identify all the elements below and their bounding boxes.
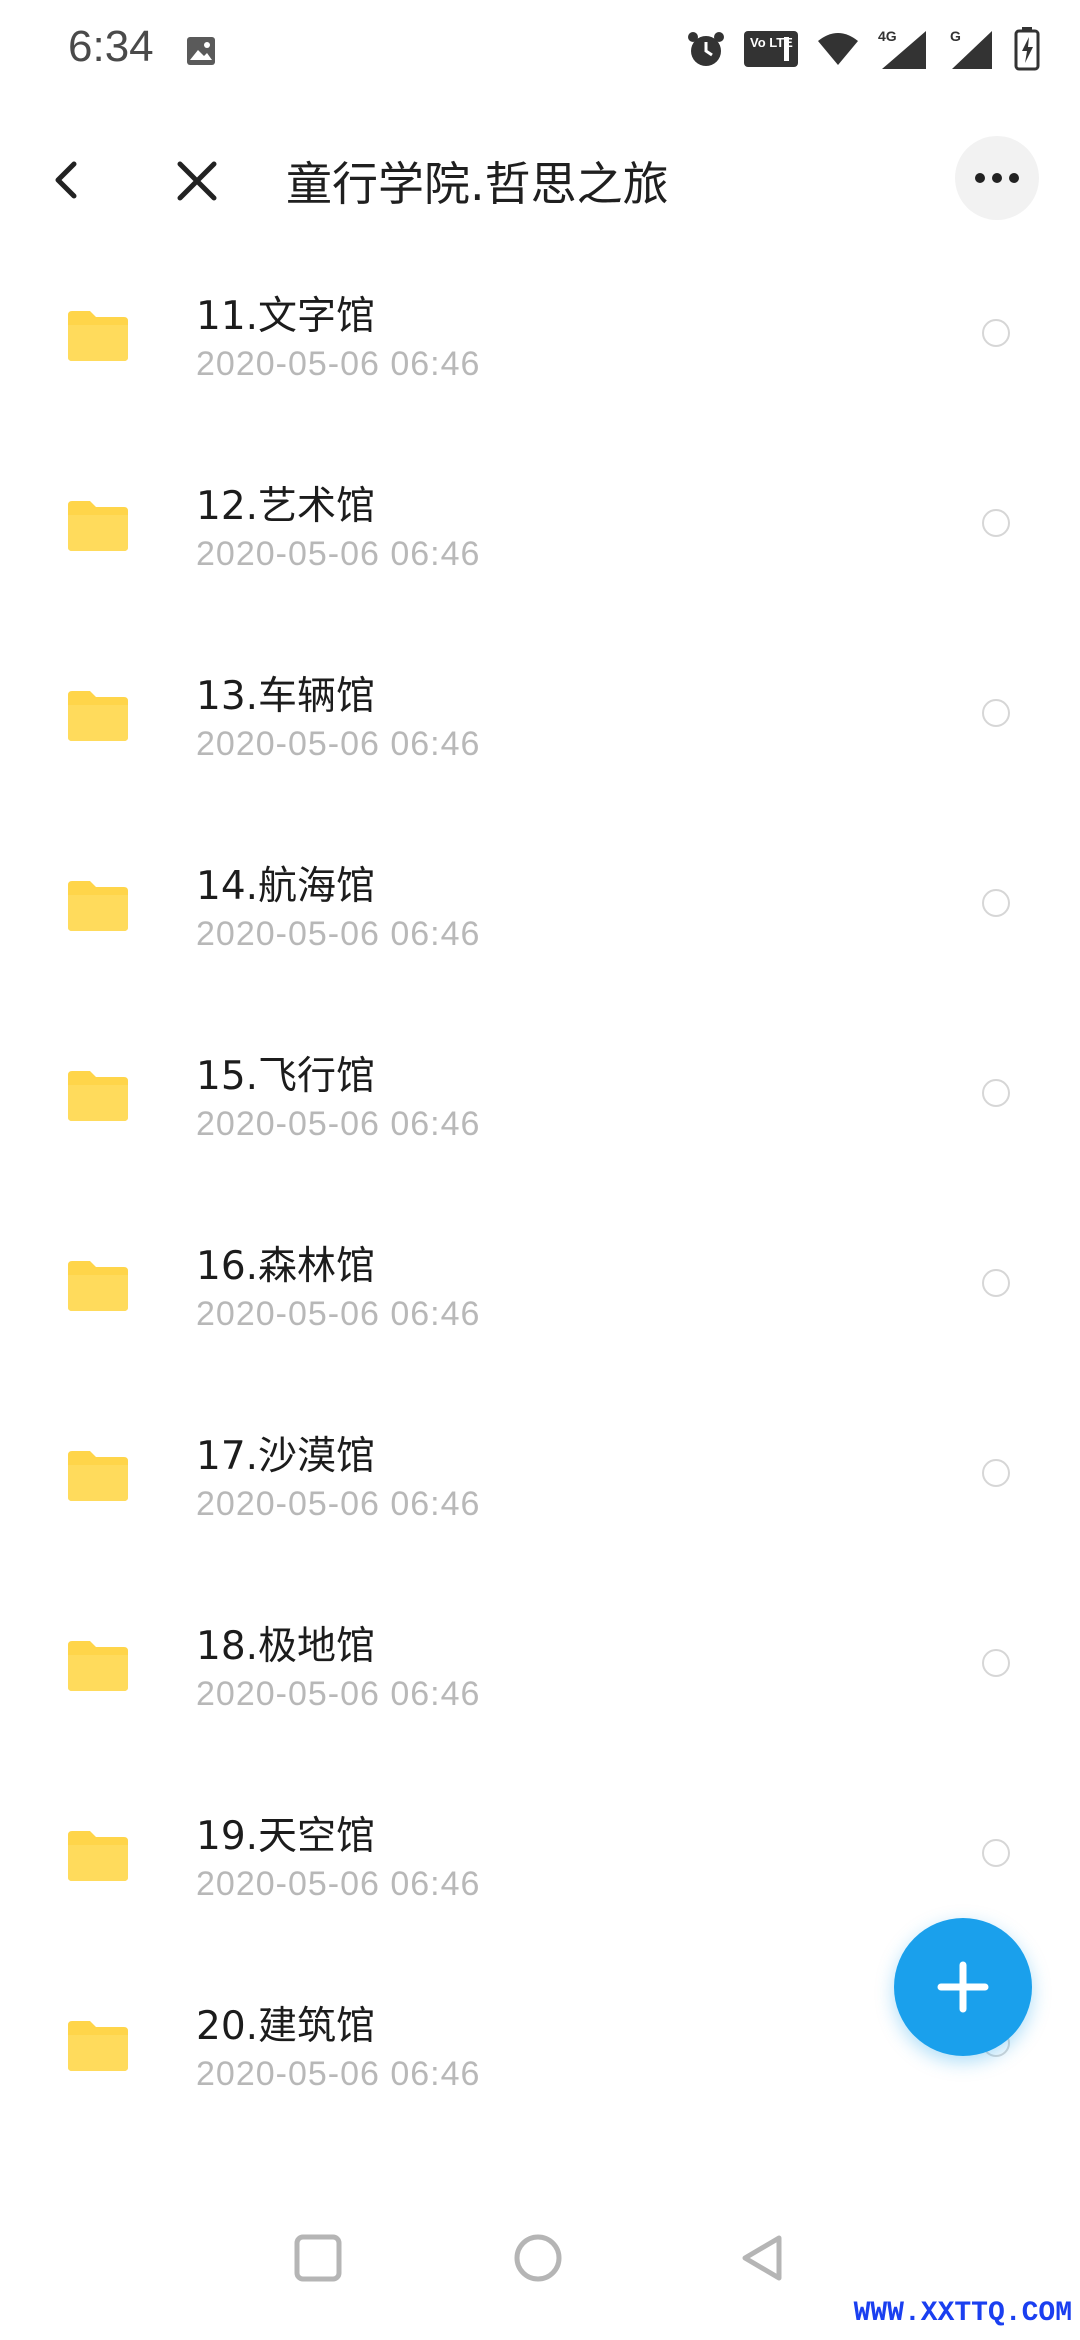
select-radio[interactable] (982, 509, 1010, 537)
folder-icon (66, 687, 130, 743)
watermark-text: WWW.XXTTQ.COM (853, 2298, 1072, 2329)
folder-icon (66, 1827, 130, 1883)
select-radio[interactable] (982, 1839, 1010, 1867)
net-4g-text: 4G (878, 28, 897, 44)
close-button[interactable] (170, 150, 224, 210)
select-radio[interactable] (982, 1459, 1010, 1487)
folder-icon (66, 1637, 130, 1693)
list-item[interactable]: 14.航海馆 2020-05-06 06:46 (0, 825, 1080, 1015)
list-item[interactable]: 16.森林馆 2020-05-06 06:46 (0, 1205, 1080, 1395)
folder-icon (66, 307, 130, 363)
signal-g-icon: G (948, 27, 996, 75)
list-item[interactable]: 11.文字馆 2020-05-06 06:46 (0, 255, 1080, 445)
home-button[interactable] (508, 2228, 568, 2288)
select-radio[interactable] (982, 319, 1010, 347)
file-date: 2020-05-06 06:46 (196, 1485, 481, 1523)
select-radio[interactable] (982, 1269, 1010, 1297)
file-date: 2020-05-06 06:46 (196, 1865, 481, 1903)
select-radio[interactable] (982, 1079, 1010, 1107)
file-name: 12.艺术馆 (196, 484, 376, 529)
folder-icon (66, 1067, 130, 1123)
status-time: 6:34 (68, 22, 154, 71)
folder-icon (66, 1257, 130, 1313)
list-item[interactable]: 12.艺术馆 2020-05-06 06:46 (0, 445, 1080, 635)
select-radio[interactable] (982, 1649, 1010, 1677)
net-g-text: G (950, 28, 961, 44)
status-bar: 6:34 Vo LTE 4G G (0, 0, 1080, 100)
folder-icon (66, 2017, 130, 2073)
alarm-icon (686, 29, 726, 73)
file-name: 11.文字馆 (196, 294, 376, 339)
file-date: 2020-05-06 06:46 (196, 2055, 481, 2093)
file-date: 2020-05-06 06:46 (196, 1105, 481, 1143)
more-options-button[interactable] (955, 136, 1039, 220)
close-icon (177, 161, 217, 201)
plus-icon (937, 1961, 989, 2013)
back-button[interactable] (44, 150, 88, 210)
chevron-left-icon (55, 161, 77, 199)
select-radio[interactable] (982, 699, 1010, 727)
file-date: 2020-05-06 06:46 (196, 1675, 481, 1713)
file-date: 2020-05-06 06:46 (196, 345, 481, 383)
list-item[interactable]: 17.沙漠馆 2020-05-06 06:46 (0, 1395, 1080, 1585)
file-date: 2020-05-06 06:46 (196, 535, 481, 573)
file-name: 14.航海馆 (196, 864, 376, 909)
folder-icon (66, 497, 130, 553)
wifi-icon (816, 29, 860, 73)
file-name: 15.飞行馆 (196, 1054, 376, 1099)
add-button[interactable] (894, 1918, 1032, 2056)
recents-button[interactable] (288, 2228, 348, 2288)
select-radio[interactable] (982, 889, 1010, 917)
circle-icon (514, 2234, 562, 2282)
list-item[interactable]: 13.车辆馆 2020-05-06 06:46 (0, 635, 1080, 825)
battery-charging-icon (1014, 27, 1040, 75)
list-item[interactable]: 15.飞行馆 2020-05-06 06:46 (0, 1015, 1080, 1205)
file-name: 20.建筑馆 (196, 2004, 376, 2049)
status-icons: Vo LTE 4G G (686, 26, 1040, 76)
folder-icon (66, 877, 130, 933)
signal-4g-icon: 4G (878, 27, 930, 75)
image-icon (186, 36, 216, 66)
volte-icon: Vo LTE (744, 29, 798, 73)
file-name: 19.天空馆 (196, 1814, 376, 1859)
file-name: 16.森林馆 (196, 1244, 376, 1289)
triangle-back-icon (742, 2235, 782, 2281)
file-date: 2020-05-06 06:46 (196, 1295, 481, 1333)
file-date: 2020-05-06 06:46 (196, 725, 481, 763)
file-name: 17.沙漠馆 (196, 1434, 376, 1479)
file-name: 18.极地馆 (196, 1624, 376, 1669)
file-date: 2020-05-06 06:46 (196, 915, 481, 953)
back-nav-button[interactable] (732, 2228, 792, 2288)
square-icon (294, 2234, 342, 2282)
folder-icon (66, 1447, 130, 1503)
more-horizontal-icon (975, 173, 1019, 183)
list-item[interactable]: 18.极地馆 2020-05-06 06:46 (0, 1585, 1080, 1775)
page-title: 童行学院.哲思之旅 (286, 157, 669, 211)
file-name: 13.车辆馆 (196, 674, 376, 719)
